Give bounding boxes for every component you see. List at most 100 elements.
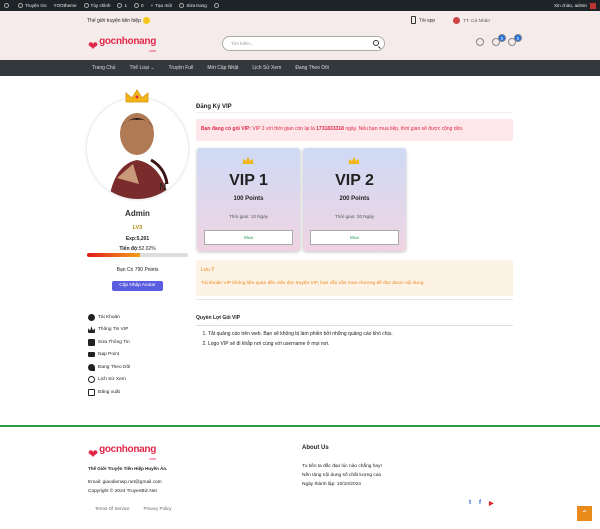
menu-item-vip[interactable]: Thông Tin VIP bbox=[88, 324, 130, 337]
back-to-top-button[interactable]: ⌃ bbox=[577, 506, 592, 521]
list-item: Logo VIP sẽ đi khắp nơi cùng với usernam… bbox=[208, 341, 393, 351]
note-text: Tài khoản VIP không liên quan đến việc đ… bbox=[201, 281, 425, 286]
level-badge: LV3 bbox=[132, 225, 143, 231]
admin-item-label: YOOtheme bbox=[53, 3, 77, 8]
rights-title: Quyền Lợi Gói VIP bbox=[196, 315, 241, 321]
update-avatar-button[interactable]: Cập Nhập Avatar bbox=[112, 281, 163, 291]
vip-price: 100 Points bbox=[233, 196, 264, 202]
wp-logo-item[interactable] bbox=[4, 3, 11, 8]
divider bbox=[196, 299, 513, 300]
pencil-icon bbox=[179, 3, 185, 8]
alert-days: 1731833318 bbox=[316, 126, 344, 132]
app-label: Tải app bbox=[419, 18, 436, 24]
admin-account[interactable]: Xin chào, admin bbox=[554, 2, 596, 9]
crown-icon bbox=[88, 326, 95, 334]
hearts-icon: ❤ bbox=[88, 39, 99, 53]
admin-item-forms[interactable] bbox=[213, 3, 221, 8]
footer-description: Thế Giới Truyện Tiên Hiệp Huyền Ảo. bbox=[88, 466, 168, 471]
progress-text: Tiến độ:52.02% bbox=[86, 246, 189, 252]
logo-text: gocnhonang bbox=[99, 444, 157, 455]
admin-item-comments[interactable]: 0 bbox=[134, 3, 144, 8]
vip-duration: Thời gian: 10 Ngày bbox=[228, 214, 269, 219]
history-icon bbox=[88, 376, 95, 384]
site-header: Thế giới truyện tiên hiệp Tải app TT. Cá… bbox=[0, 11, 600, 60]
admin-item-site[interactable]: Truyện Go bbox=[18, 3, 47, 8]
footer-email: Email: giaodienwp.net@gmail.com bbox=[88, 480, 162, 485]
terms-link[interactable]: Terms Of Service bbox=[95, 506, 130, 511]
exp-text: Exp:5,201 bbox=[125, 236, 150, 242]
vip-note: Lưu Ý Tài khoản VIP không liên quan đến … bbox=[196, 260, 513, 296]
user-icon bbox=[88, 313, 95, 321]
note-title: Lưu Ý bbox=[201, 267, 215, 273]
search-icon[interactable] bbox=[373, 40, 379, 46]
site-footer: ❤ gocnhonang .com Thế Giới Truyện Tiên Hi… bbox=[0, 425, 600, 529]
bookmark-badge: 0 bbox=[514, 34, 522, 42]
list-item: Tắt quảng cáo trên web. Bạn sẽ không bị … bbox=[208, 331, 393, 341]
tagline: Thế giới truyện tiên hiệp bbox=[87, 17, 150, 24]
about-line: Nền tảng nội dung số chất lượng cao bbox=[302, 473, 382, 478]
app-link[interactable]: Tải app bbox=[411, 16, 435, 24]
menu-label: Lịch Sử Xem bbox=[98, 377, 126, 383]
site-logo[interactable]: ❤ gocnhonang .com bbox=[88, 37, 156, 55]
chat-icon[interactable] bbox=[476, 38, 484, 46]
nav-home[interactable]: Trang Chủ bbox=[92, 65, 115, 71]
crown-icon bbox=[125, 89, 149, 103]
nav-new[interactable]: Mới Cập Nhật bbox=[207, 65, 238, 71]
sun-icon bbox=[142, 17, 150, 24]
menu-item-edit[interactable]: Sửa Thông Tin bbox=[88, 336, 130, 349]
bookmark-icon[interactable]: 0 bbox=[508, 34, 522, 46]
alert-text: VIP 2 với thời gian còn lại là bbox=[251, 126, 317, 132]
vip-duration: Thời gian: 30 Ngày bbox=[334, 214, 375, 219]
wordpress-icon bbox=[4, 3, 9, 8]
menu-label: Nạp Point bbox=[98, 352, 120, 358]
privacy-link[interactable]: Privacy Policy bbox=[144, 506, 172, 511]
user-edit-icon bbox=[88, 338, 95, 346]
menu-label: Đang Theo Dõi bbox=[98, 364, 131, 370]
menu-item-topup[interactable]: Nạp Point bbox=[88, 349, 130, 362]
avatar bbox=[590, 2, 596, 9]
footer-logo[interactable]: ❤ gocnhonang .com bbox=[88, 445, 156, 463]
refresh-icon bbox=[117, 3, 123, 8]
admin-item-new[interactable]: + Tạo mới bbox=[151, 3, 173, 8]
admin-item-label: Truyện Go bbox=[25, 3, 47, 8]
buy-button[interactable]: Mua bbox=[204, 230, 293, 245]
arrow-up-icon: ⌃ bbox=[581, 509, 588, 518]
vip-card: VIP 1 100 Points Thời gian: 10 Ngày Mua bbox=[197, 148, 300, 251]
buy-button[interactable]: Mua bbox=[310, 230, 399, 245]
vip-price: 200 Points bbox=[339, 196, 370, 202]
nav-full[interactable]: Truyện Full bbox=[168, 65, 193, 71]
menu-item-history[interactable]: Lịch Sử Xem bbox=[88, 374, 130, 387]
menu-item-logout[interactable]: Đăng xuất bbox=[88, 386, 130, 399]
bell-icon[interactable]: 0 bbox=[492, 34, 506, 46]
about-line: Ngày thành lập: 10/10/2024 bbox=[302, 482, 361, 487]
menu-item-following[interactable]: Đang Theo Dõi bbox=[88, 361, 130, 374]
twitter-icon[interactable]: t bbox=[469, 500, 471, 507]
menu-label: Tài Khoản bbox=[98, 314, 120, 320]
admin-item-label: 1 bbox=[124, 3, 127, 8]
nav-history[interactable]: Lịch Sử Xem bbox=[252, 65, 281, 71]
nav-genres[interactable]: Thể Loại ⌄ bbox=[129, 65, 154, 71]
menu-label: Thông Tin VIP bbox=[98, 327, 129, 333]
logo-sub: .com bbox=[148, 48, 157, 53]
progress-bar bbox=[87, 253, 188, 257]
admin-item-customize[interactable]: Tùy chỉnh bbox=[83, 3, 110, 8]
crown-icon bbox=[349, 157, 359, 164]
divider bbox=[196, 325, 513, 326]
admin-item-updates[interactable]: 1 bbox=[117, 3, 127, 8]
heart-icon bbox=[88, 363, 95, 371]
alert-tail: ngày. Nếu bạn mua tiếp, thời gian sẽ đượ… bbox=[343, 126, 464, 132]
vip-name: VIP 2 bbox=[335, 172, 374, 189]
admin-item-yootheme[interactable]: YOOtheme bbox=[54, 3, 77, 8]
footer-links: Terms Of Service Privacy Policy bbox=[95, 506, 172, 511]
brush-icon bbox=[83, 3, 89, 8]
copyright: Copyright © 2024 TruyenBiz.Net bbox=[88, 489, 157, 494]
user-link[interactable]: TT. Cá Nhân bbox=[453, 16, 490, 24]
admin-item-edit[interactable]: Sửa trang bbox=[179, 3, 207, 8]
nav-following[interactable]: Đang Theo Dõi bbox=[295, 65, 329, 71]
search-input[interactable]: Tìm kiếm... bbox=[222, 36, 385, 51]
plus-icon: + bbox=[150, 3, 154, 8]
tagline-text: Thế giới truyện tiên hiệp bbox=[87, 17, 141, 24]
menu-item-account[interactable]: Tài Khoản bbox=[88, 311, 130, 324]
facebook-icon[interactable]: f bbox=[479, 500, 481, 507]
youtube-icon[interactable]: ▶ bbox=[489, 500, 494, 507]
